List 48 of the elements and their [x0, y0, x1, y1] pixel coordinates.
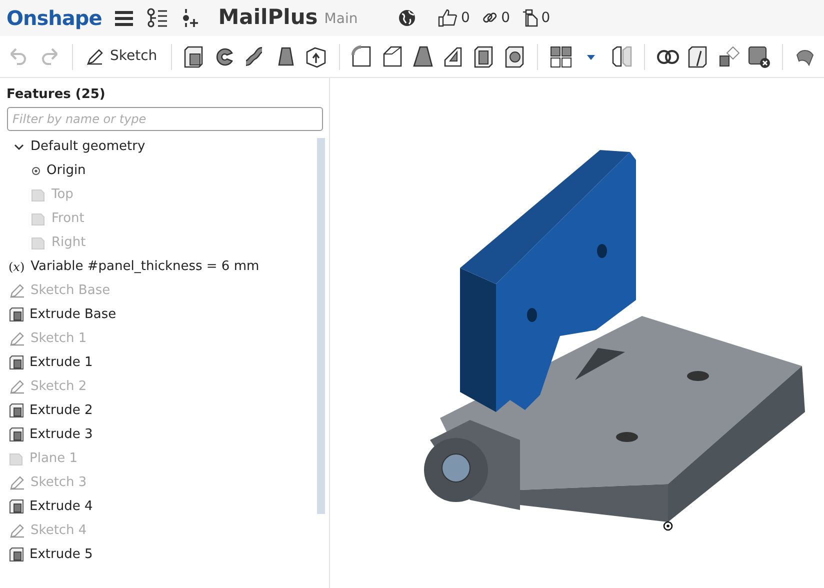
moved-boxes-icon[interactable]: [716, 44, 741, 68]
variable-icon: (𝑥): [8, 258, 25, 276]
feature-item[interactable]: Extrude 2: [6, 398, 306, 422]
feature-item[interactable]: Extrude Base: [6, 302, 306, 326]
copy-count: 0: [541, 8, 550, 28]
add-variable-icon[interactable]: [180, 8, 199, 28]
feature-item[interactable]: Extrude 1: [6, 350, 306, 374]
feature-item[interactable]: (𝑥) Variable #panel_thickness = 6 mm: [6, 254, 306, 278]
feature-item[interactable]: Origin: [6, 158, 306, 182]
panel-title: Features (25): [6, 86, 106, 104]
origin-icon: [30, 166, 40, 176]
feature-item[interactable]: Extrude 3: [6, 422, 306, 446]
pencil-icon: [8, 522, 24, 538]
globe-icon[interactable]: [398, 9, 416, 27]
pencil-icon: [8, 378, 24, 394]
box-icon: [8, 547, 24, 562]
document-title: MailPlus: [218, 4, 318, 32]
like-count: 0: [460, 8, 470, 28]
scrollbar[interactable]: [317, 138, 325, 514]
wedge-icon[interactable]: [411, 44, 436, 68]
box-icon: [8, 499, 24, 514]
box-icon: [8, 427, 24, 442]
link-count: 0: [501, 8, 510, 28]
thumbs-up-icon[interactable]: [438, 9, 458, 27]
plane-icon: [30, 188, 46, 202]
plane-icon: [30, 212, 46, 226]
pencil-icon: [8, 474, 24, 490]
sketch-button[interactable]: Sketch: [83, 42, 160, 72]
logo[interactable]: Onshape: [6, 3, 102, 33]
delete-body-icon[interactable]: [747, 44, 772, 68]
grid-icon[interactable]: [548, 44, 573, 68]
box-icon: [8, 307, 24, 322]
mirror-icon[interactable]: [610, 44, 634, 68]
pencil-icon: [8, 330, 24, 346]
box-icon: [8, 355, 24, 370]
plane-icon: [8, 452, 24, 466]
pencil-icon: [86, 48, 104, 66]
feature-item[interactable]: Default geometry: [6, 134, 306, 158]
filter-field[interactable]: Filter by name or type: [6, 107, 322, 132]
feature-item[interactable]: Extrude 4: [6, 494, 306, 518]
feature-item[interactable]: Extrude 5: [6, 542, 306, 566]
pencil-icon: [8, 282, 24, 298]
branch-label[interactable]: Main: [324, 9, 358, 30]
feature-list-icon[interactable]: [146, 8, 168, 28]
menu-icon[interactable]: [114, 10, 133, 26]
box-icon: [8, 403, 24, 418]
copy-icon[interactable]: [522, 9, 538, 27]
plane-icon: [30, 236, 46, 250]
